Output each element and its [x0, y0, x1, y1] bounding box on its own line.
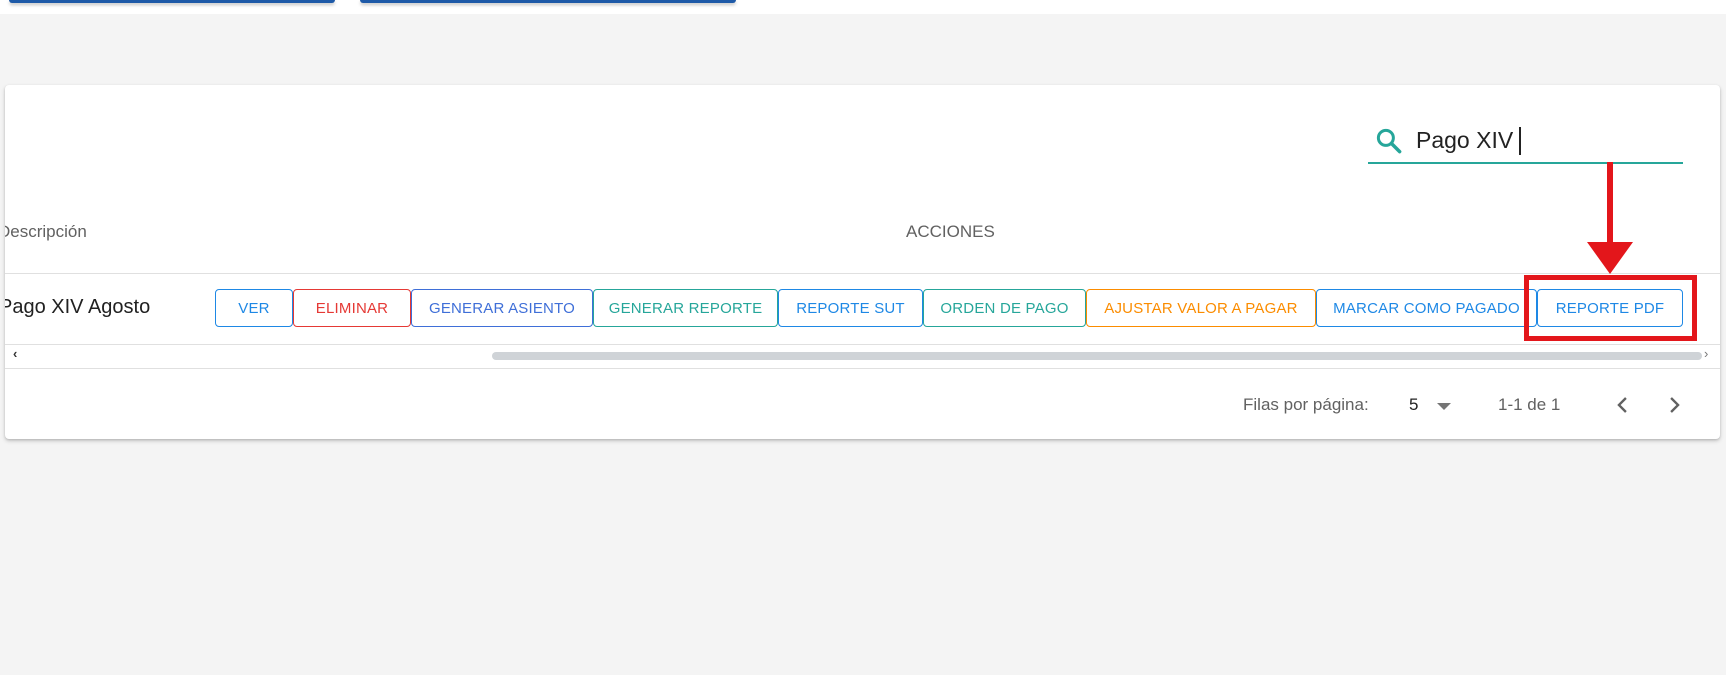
pagination-range: 1-1 de 1 — [1498, 395, 1561, 414]
column-header-description[interactable]: Descripción — [5, 222, 87, 242]
chevron-right-icon[interactable] — [1660, 391, 1688, 419]
footer-divider — [5, 368, 1720, 369]
rows-per-page-select[interactable]: 5 — [1409, 395, 1418, 415]
marcar-como-pagado-button[interactable]: MARCAR COMO PAGADO — [1316, 289, 1537, 327]
annotation-highlight-box — [1524, 275, 1697, 341]
generar-asiento-button[interactable]: GENERAR ASIENTO — [411, 289, 593, 327]
rows-per-page-label: Filas por página: — [1243, 395, 1369, 414]
chevron-left-icon[interactable] — [1609, 391, 1637, 419]
horizontal-scrollbar[interactable]: ‹ › — [5, 346, 1720, 365]
eliminar-button[interactable]: ELIMINAR — [293, 289, 411, 327]
ver-button[interactable]: VER — [215, 289, 293, 327]
header-divider — [5, 273, 1720, 274]
generar-reporte-button[interactable]: GENERAR REPORTE — [593, 289, 778, 327]
search-field[interactable] — [1368, 118, 1683, 164]
search-input[interactable] — [1416, 122, 1671, 158]
scroll-left-icon[interactable]: ‹ — [13, 346, 17, 361]
ajustar-valor-a-pagar-button[interactable]: AJUSTAR VALOR A PAGAR — [1086, 289, 1316, 327]
text-caret — [1519, 127, 1521, 155]
reporte-sut-button[interactable]: REPORTE SUT — [778, 289, 923, 327]
data-table-card: Descripción ACCIONES Pago XIV Agosto VER… — [5, 85, 1720, 439]
scrollbar-thumb[interactable] — [492, 352, 1702, 360]
row-divider — [5, 344, 1720, 345]
chevron-down-icon[interactable] — [1437, 403, 1451, 410]
search-icon — [1376, 128, 1402, 154]
column-header-actions: ACCIONES — [906, 222, 995, 241]
orden-de-pago-button[interactable]: ORDEN DE PAGO — [923, 289, 1086, 327]
top-button-1[interactable] — [9, 0, 335, 3]
top-button-2[interactable] — [360, 0, 736, 3]
scroll-right-icon[interactable]: › — [1704, 346, 1708, 361]
annotation-arrow-icon — [1587, 162, 1633, 274]
row-description: Pago XIV Agosto — [5, 296, 151, 318]
